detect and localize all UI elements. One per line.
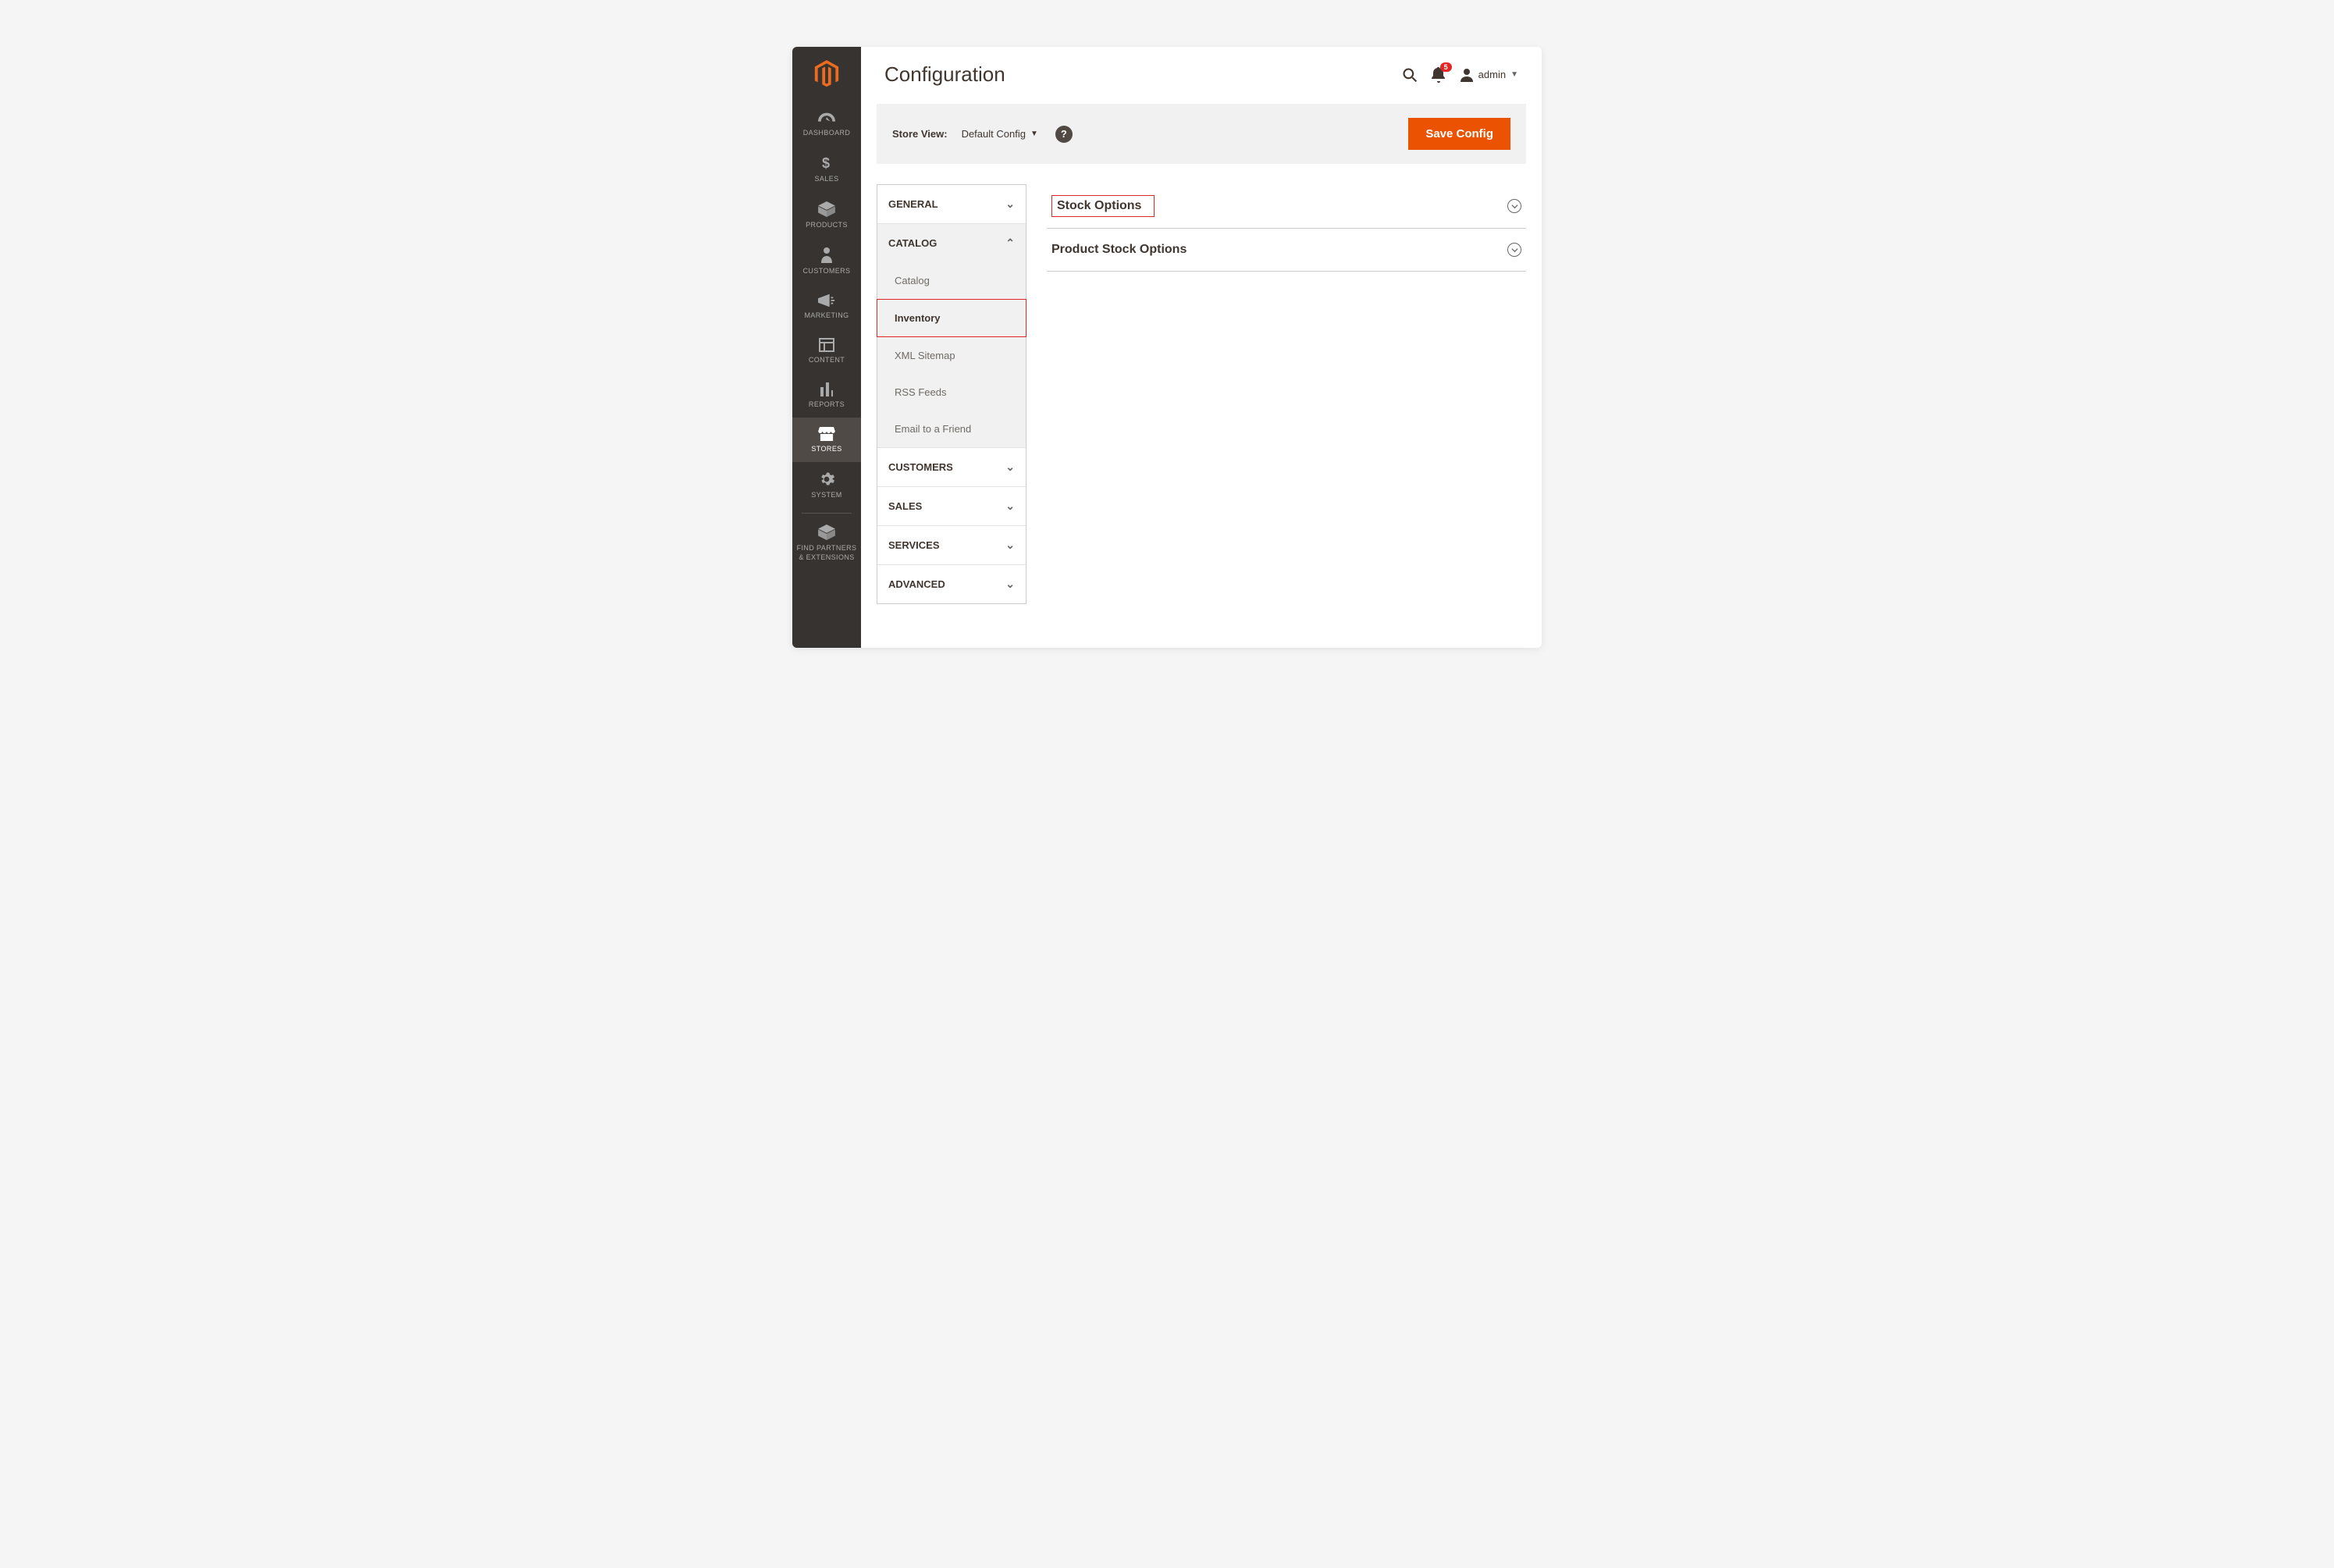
subtab-xml-sitemap[interactable]: XML Sitemap: [877, 337, 1026, 374]
page-header: Configuration 5 admin ▼: [861, 47, 1542, 94]
nav-label-line1: FIND PARTNERS: [797, 544, 857, 553]
nav-label: SYSTEM: [811, 491, 841, 499]
magento-logo[interactable]: [792, 47, 861, 101]
gauge-icon: [818, 111, 835, 125]
save-config-button[interactable]: Save Config: [1408, 118, 1510, 150]
subtab-email-friend[interactable]: Email to a Friend: [877, 411, 1026, 448]
caret-down-icon: ▼: [1030, 130, 1038, 138]
tab-label: SERVICES: [888, 539, 940, 551]
chevron-down-icon: ⌄: [1005, 539, 1015, 552]
nav-stores[interactable]: STORES: [792, 418, 861, 462]
subtab-catalog[interactable]: Catalog: [877, 262, 1026, 299]
store-view-select[interactable]: Default Config ▼: [962, 128, 1038, 140]
chevron-down-icon: ⌄: [1005, 460, 1015, 474]
section-product-stock-options[interactable]: Product Stock Options: [1047, 229, 1526, 272]
chevron-up-icon: ⌃: [1005, 236, 1015, 250]
section-title: Product Stock Options: [1051, 240, 1187, 260]
tab-label: GENERAL: [888, 198, 938, 210]
tab-advanced[interactable]: ADVANCED ⌄: [877, 565, 1026, 603]
person-icon: [821, 247, 832, 263]
nav-sales[interactable]: $ SALES: [792, 146, 861, 192]
main-panel: Configuration 5 admin ▼ Store View: D: [861, 47, 1542, 648]
bars-icon: [819, 382, 834, 396]
page-title: Configuration: [884, 62, 1402, 87]
header-actions: 5 admin ▼: [1402, 67, 1518, 83]
store-view-label: Store View:: [892, 128, 948, 140]
chevron-down-icon: ⌄: [1005, 578, 1015, 591]
tab-label: SALES: [888, 500, 922, 512]
question-icon: ?: [1061, 128, 1067, 140]
admin-window: DASHBOARD $ SALES PRODUCTS CUSTOMERS MAR…: [792, 47, 1542, 648]
tab-sales[interactable]: SALES ⌄: [877, 487, 1026, 526]
admin-account-dropdown[interactable]: admin ▼: [1460, 68, 1518, 82]
nav-customers[interactable]: CUSTOMERS: [792, 238, 861, 284]
nav-marketing[interactable]: MARKETING: [792, 284, 861, 329]
nav-label-line2: & EXTENSIONS: [799, 553, 854, 563]
store-view-value: Default Config: [962, 128, 1026, 140]
admin-sidebar: DASHBOARD $ SALES PRODUCTS CUSTOMERS MAR…: [792, 47, 861, 648]
gear-icon: [819, 471, 834, 487]
chevron-down-icon: ⌄: [1005, 197, 1015, 211]
nav-reports[interactable]: REPORTS: [792, 373, 861, 418]
tab-label: CUSTOMERS: [888, 461, 953, 473]
puzzle-icon: [818, 524, 835, 540]
caret-down-icon: ▼: [1510, 70, 1518, 79]
tab-general[interactable]: GENERAL ⌄: [877, 185, 1026, 224]
layout-icon: [819, 338, 834, 352]
nav-label: DASHBOARD: [803, 129, 851, 137]
dollar-icon: $: [820, 155, 833, 171]
scope-bar: Store View: Default Config ▼ ? Save Conf…: [877, 104, 1526, 164]
subtab-inventory[interactable]: Inventory: [877, 299, 1026, 337]
nav-label: PRODUCTS: [806, 221, 848, 229]
notifications-button[interactable]: 5: [1432, 67, 1446, 83]
admin-username: admin: [1478, 69, 1506, 80]
config-sections: Stock Options Product Stock Options: [1047, 184, 1526, 604]
nav-label: CUSTOMERS: [803, 267, 851, 275]
notification-badge: 5: [1440, 62, 1452, 72]
nav-label: MARKETING: [804, 311, 849, 319]
nav-dashboard[interactable]: DASHBOARD: [792, 101, 861, 146]
help-button[interactable]: ?: [1055, 126, 1073, 143]
nav-partners[interactable]: FIND PARTNERS & EXTENSIONS: [792, 514, 861, 571]
expand-icon: [1507, 199, 1521, 213]
search-icon: [1402, 67, 1418, 83]
tab-services[interactable]: SERVICES ⌄: [877, 526, 1026, 565]
nav-label: SALES: [814, 175, 838, 183]
megaphone-icon: [818, 293, 835, 308]
config-tabs: GENERAL ⌄ CATALOG ⌃ Catalog Inventory XM…: [877, 184, 1026, 604]
search-button[interactable]: [1402, 67, 1418, 83]
user-icon: [1460, 68, 1474, 82]
tab-label: CATALOG: [888, 237, 937, 249]
nav-label: REPORTS: [809, 400, 845, 408]
nav-products[interactable]: PRODUCTS: [792, 192, 861, 238]
tab-customers[interactable]: CUSTOMERS ⌄: [877, 448, 1026, 487]
tab-catalog[interactable]: CATALOG ⌃: [877, 224, 1026, 262]
nav-label: CONTENT: [809, 356, 845, 364]
section-stock-options[interactable]: Stock Options: [1047, 184, 1526, 229]
box-icon: [818, 201, 835, 217]
section-title: Stock Options: [1051, 195, 1155, 217]
nav-content[interactable]: CONTENT: [792, 329, 861, 373]
expand-icon: [1507, 243, 1521, 257]
config-content: GENERAL ⌄ CATALOG ⌃ Catalog Inventory XM…: [861, 164, 1542, 628]
tab-label: ADVANCED: [888, 578, 945, 590]
svg-text:$: $: [822, 155, 830, 171]
chevron-down-icon: ⌄: [1005, 500, 1015, 513]
nav-system[interactable]: SYSTEM: [792, 462, 861, 508]
store-icon: [818, 427, 835, 441]
subtab-rss-feeds[interactable]: RSS Feeds: [877, 374, 1026, 411]
nav-label: STORES: [811, 445, 841, 453]
